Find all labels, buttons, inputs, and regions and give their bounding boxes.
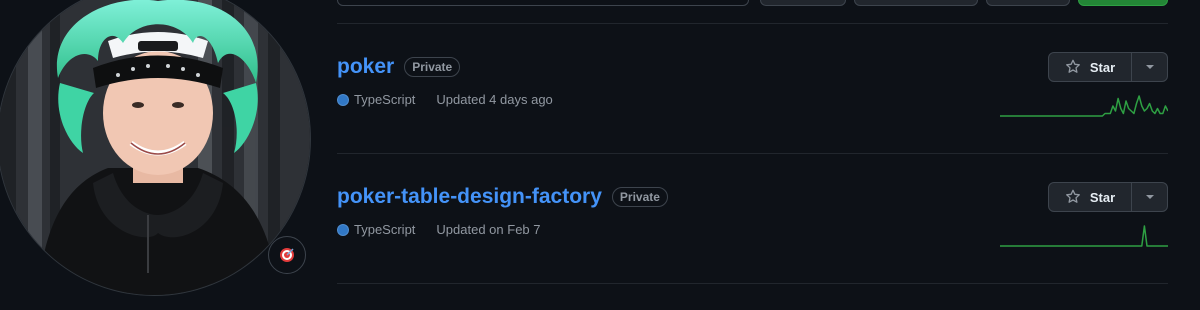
- repo-list-item: poker Private TypeScript Updated 4 days …: [337, 52, 1168, 182]
- language-color-dot: [337, 93, 349, 106]
- repo-list-item: poker-table-design-factory Private TypeS…: [337, 182, 1168, 310]
- repo-name-link[interactable]: poker: [337, 55, 394, 79]
- language-color-dot: [337, 223, 349, 236]
- repo-meta: TypeScript Updated 4 days ago: [337, 92, 553, 107]
- sparkline-path: [1000, 95, 1168, 117]
- visibility-badge: Private: [611, 187, 668, 207]
- type-filter-button[interactable]: [760, 0, 846, 6]
- star-icon: [1065, 59, 1080, 73]
- star-label: Star: [1089, 59, 1116, 75]
- divider: [337, 23, 1168, 24]
- repo-meta: TypeScript Updated on Feb 7: [337, 222, 541, 237]
- target-icon: [280, 248, 294, 262]
- sort-button[interactable]: [986, 0, 1070, 6]
- divider: [337, 283, 1168, 284]
- repo-title-row: poker Private: [337, 52, 461, 82]
- find-repository-input[interactable]: [337, 0, 749, 6]
- triangle-down-icon: [1145, 195, 1154, 199]
- star-label: Star: [1089, 189, 1116, 205]
- star-button-group: Star: [1048, 52, 1168, 82]
- repo-language: TypeScript: [354, 92, 416, 107]
- avatar-photo: [0, 0, 310, 295]
- star-button-group: Star: [1048, 182, 1168, 212]
- profile-repositories-page: poker Private TypeScript Updated 4 days …: [0, 0, 1200, 310]
- star-button[interactable]: Star: [1049, 183, 1131, 211]
- status-emoji-button[interactable]: [268, 236, 306, 274]
- repo-updated: Updated 4 days ago: [436, 92, 553, 107]
- avatar[interactable]: [0, 0, 311, 296]
- repo-updated: Updated on Feb 7: [436, 222, 541, 237]
- star-lists-dropdown[interactable]: [1131, 183, 1167, 211]
- triangle-down-icon: [1145, 65, 1154, 69]
- activity-sparkline: [1000, 95, 1168, 117]
- activity-sparkline: [1000, 225, 1168, 247]
- sparkline-path: [1000, 225, 1168, 247]
- repo-title-row: poker-table-design-factory Private: [337, 182, 668, 212]
- star-icon: [1065, 189, 1080, 203]
- language-filter-button[interactable]: [854, 0, 978, 6]
- new-repository-button[interactable]: [1078, 0, 1168, 6]
- divider: [337, 153, 1168, 154]
- repo-name-link[interactable]: poker-table-design-factory: [337, 185, 602, 209]
- star-button[interactable]: Star: [1049, 53, 1131, 81]
- repo-language: TypeScript: [354, 222, 416, 237]
- visibility-badge: Private: [404, 57, 461, 77]
- star-lists-dropdown[interactable]: [1131, 53, 1167, 81]
